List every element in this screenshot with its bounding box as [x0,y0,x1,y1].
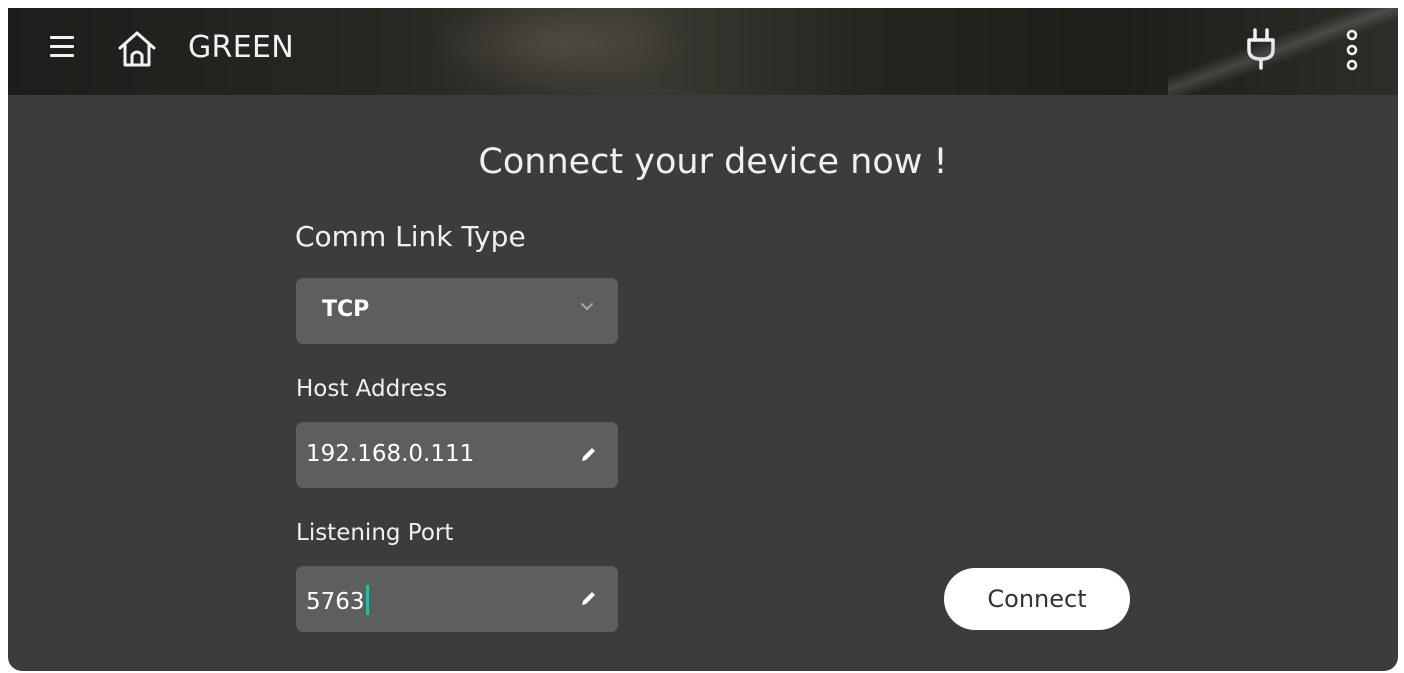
edit-pencil-icon [582,592,595,605]
comm-link-type-value: TCP [322,297,370,322]
comm-link-type-label: Comm Link Type [295,220,526,253]
plug-icon[interactable] [1246,28,1276,70]
more-vertical-icon[interactable] [1340,28,1364,72]
edit-pencil-icon [582,448,595,461]
page-heading: Connect your device now ! [478,142,948,182]
host-address-field[interactable]: 192.168.0.111 [296,422,618,488]
host-address-value: 192.168.0.111 [306,441,475,467]
connect-button[interactable]: Connect [944,568,1130,630]
listening-port-label: Listening Port [296,520,454,546]
top-app-bar: GREEN [8,8,1398,95]
listening-port-value: 5763 [306,589,365,615]
app-screen: GREEN Connect your device now ! Comm Lin… [8,8,1398,671]
chevron-down-icon [581,303,593,310]
home-icon[interactable] [115,29,159,69]
listening-port-input: 5763 [306,585,369,615]
app-title: GREEN [188,30,294,65]
hamburger-icon[interactable] [50,36,74,58]
listening-port-field[interactable]: 5763 [296,566,618,632]
comm-link-type-select[interactable]: TCP [296,278,618,344]
host-address-label: Host Address [296,376,448,402]
text-cursor [365,585,369,615]
